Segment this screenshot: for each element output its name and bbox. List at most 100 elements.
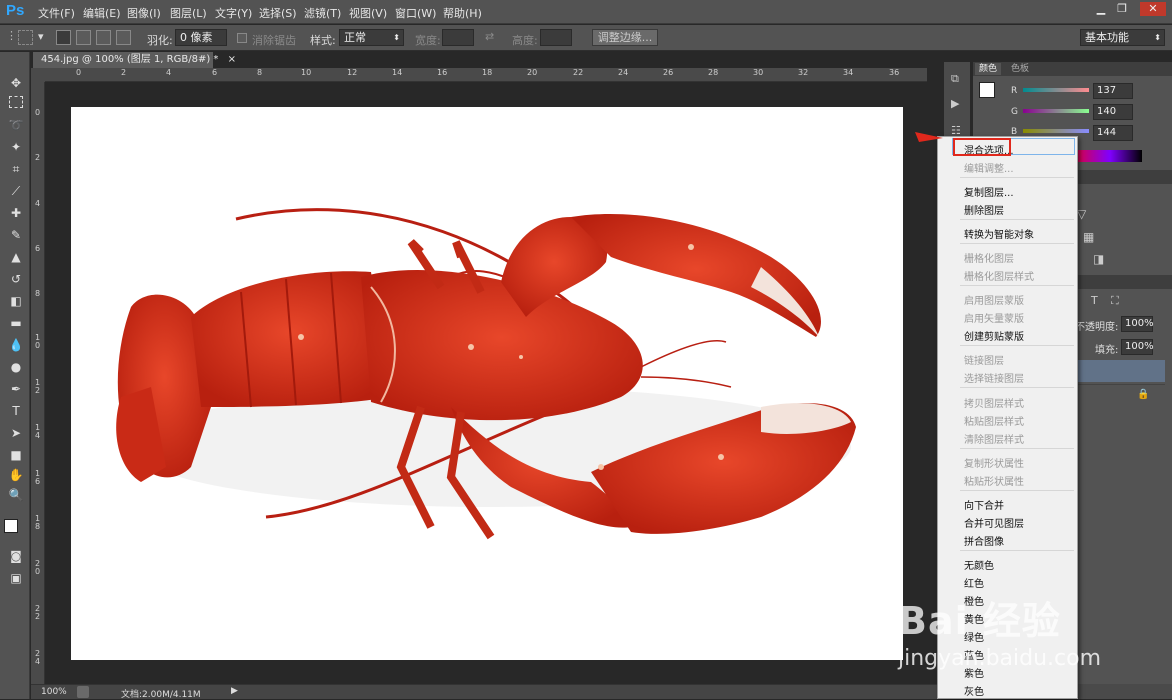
menu-item-create-clipping-mask[interactable]: 创建剪贴蒙版 — [964, 328, 1024, 343]
menu-item-clear-style[interactable]: 清除图层样式 — [964, 431, 1024, 446]
menu-item-red[interactable]: 红色 — [964, 575, 984, 590]
add-selection-icon[interactable] — [76, 30, 91, 45]
menu-layer[interactable]: 图层(L) — [170, 5, 207, 21]
lasso-tool-icon[interactable]: ➰ — [6, 116, 26, 134]
menu-view[interactable]: 视图(V) — [349, 5, 387, 21]
restore-icon[interactable]: ❐ — [1113, 2, 1131, 16]
marquee-tool-icon[interactable] — [9, 96, 23, 108]
path-selection-icon[interactable]: ➤ — [6, 424, 26, 442]
menu-item-no-color[interactable]: 无颜色 — [964, 557, 994, 572]
rectangle-tool-icon[interactable]: ■ — [6, 446, 26, 464]
dodge-tool-icon[interactable]: ● — [6, 358, 26, 376]
eyedropper-icon[interactable]: ⟋ — [6, 182, 26, 200]
blur-tool-icon[interactable]: 💧 — [6, 336, 26, 354]
history-brush-icon[interactable]: ↺ — [6, 270, 26, 288]
adjustment-icon[interactable]: ▽ — [1077, 207, 1086, 221]
antialias-checkbox[interactable] — [237, 33, 247, 43]
menu-item-rasterize-layer[interactable]: 栅格化图层 — [964, 250, 1014, 265]
subtract-selection-icon[interactable] — [96, 30, 111, 45]
menu-select[interactable]: 选择(S) — [259, 5, 297, 21]
fill-input[interactable]: 100% — [1121, 339, 1154, 355]
menu-item-convert-smart-object[interactable]: 转换为智能对象 — [964, 226, 1034, 241]
document-tab[interactable]: 454.jpg @ 100% (图层 1, RGB/8#) * × — [33, 52, 236, 68]
menu-image[interactable]: 图像(I) — [127, 5, 161, 21]
g-input[interactable]: 140 — [1093, 104, 1133, 120]
clone-stamp-icon[interactable]: ▲ — [6, 248, 26, 266]
foreground-color-swatch[interactable] — [4, 519, 18, 533]
ruler-label: 22 — [573, 68, 584, 77]
menu-help[interactable]: 帮助(H) — [443, 5, 482, 21]
menu-item-link-layers[interactable]: 链接图层 — [964, 352, 1004, 367]
menu-item-copy-shape-attrs[interactable]: 复制形状属性 — [964, 455, 1024, 470]
zoom-level[interactable]: 100% — [41, 687, 67, 697]
menu-window[interactable]: 窗口(W) — [395, 5, 436, 21]
shape-filter-icon[interactable]: ⛶ — [1111, 294, 1119, 308]
healing-brush-icon[interactable]: ✚ — [6, 204, 26, 222]
adjustment-grid-icon[interactable]: ▦ — [1083, 230, 1094, 244]
history-icon[interactable]: ⧉ — [951, 72, 959, 86]
refine-edge-button[interactable]: 调整边缘... — [592, 29, 658, 46]
quick-mask-icon[interactable]: ◙ — [6, 547, 26, 565]
menu-item-gray[interactable]: 灰色 — [964, 683, 984, 698]
menu-filter[interactable]: 滤镜(T) — [304, 5, 341, 21]
document-canvas[interactable] — [71, 107, 903, 660]
new-selection-icon[interactable] — [56, 30, 71, 45]
move-tool-icon[interactable]: ✥ — [6, 74, 26, 92]
menu-item-edit-adjustment[interactable]: 编辑调整... — [964, 160, 1014, 175]
menu-item-rasterize-style[interactable]: 栅格化图层样式 — [964, 268, 1034, 283]
menu-type[interactable]: 文字(Y) — [215, 5, 252, 21]
menu-item-enable-layer-mask[interactable]: 启用图层蒙版 — [964, 292, 1024, 307]
minimize-icon[interactable]: ▁ — [1092, 2, 1110, 16]
type-filter-icon[interactable]: T — [1091, 294, 1098, 307]
menu-item-flatten-image[interactable]: 拼合图像 — [964, 533, 1004, 548]
swap-icon[interactable]: ⇄ — [485, 30, 494, 43]
gradient-tool-icon[interactable]: ▬ — [6, 314, 26, 332]
style-select[interactable]: 正常 ⬍ — [339, 29, 404, 46]
hand-tool-icon[interactable]: ✋ — [6, 466, 26, 484]
height-input[interactable] — [540, 29, 572, 46]
menu-item-merge-down[interactable]: 向下合并 — [964, 497, 1004, 512]
tab-swatches[interactable]: 色板 — [1007, 63, 1033, 75]
magic-wand-icon[interactable]: ✦ — [6, 138, 26, 156]
width-input[interactable] — [442, 29, 474, 46]
feather-input[interactable]: 0 像素 — [175, 29, 227, 46]
status-info-icon[interactable] — [77, 686, 89, 698]
workspace-select[interactable]: 基本功能 ⬍ — [1080, 29, 1165, 46]
screen-mode-icon[interactable]: ▣ — [6, 569, 26, 587]
menu-item-enable-vector-mask[interactable]: 启用矢量蒙版 — [964, 310, 1024, 325]
color-ramp[interactable] — [1078, 150, 1142, 162]
intersect-selection-icon[interactable] — [116, 30, 131, 45]
menu-edit[interactable]: 编辑(E) — [83, 5, 121, 21]
r-slider[interactable] — [1023, 88, 1089, 92]
chevron-down-icon[interactable]: ▾ — [38, 30, 44, 43]
play-icon[interactable]: ▶ — [231, 686, 238, 696]
menu-item-merge-visible[interactable]: 合并可见图层 — [964, 515, 1024, 530]
menu-item-paste-shape-attrs[interactable]: 粘贴形状属性 — [964, 473, 1024, 488]
menu-item-delete-layer[interactable]: 删除图层 — [964, 202, 1004, 217]
opacity-input[interactable]: 100% — [1121, 316, 1154, 332]
adjustment-gradient-icon[interactable]: ◨ — [1093, 252, 1104, 266]
b-input[interactable]: 144 — [1093, 125, 1133, 141]
menu-item-select-linked[interactable]: 选择链接图层 — [964, 370, 1024, 385]
crop-tool-icon[interactable]: ⌗ — [6, 160, 26, 178]
menu-item-duplicate-layer[interactable]: 复制图层... — [964, 184, 1014, 199]
menu-file[interactable]: 文件(F) — [38, 5, 75, 21]
actions-play-icon[interactable]: ▶ — [951, 97, 959, 110]
marquee-preset-icon[interactable] — [18, 30, 33, 45]
close-tab-icon[interactable]: × — [228, 54, 236, 65]
brush-tool-icon[interactable]: ✎ — [6, 226, 26, 244]
close-icon[interactable]: ✕ — [1140, 2, 1166, 16]
color-fg-swatch[interactable] — [979, 82, 995, 98]
g-slider[interactable] — [1023, 109, 1089, 113]
tab-color[interactable]: 颜色 — [975, 63, 1002, 75]
b-slider[interactable] — [1023, 129, 1089, 133]
pen-tool-icon[interactable]: ✒ — [6, 380, 26, 398]
background-layer-row[interactable]: 🔒 — [1077, 384, 1165, 406]
r-input[interactable]: 137 — [1093, 83, 1133, 99]
type-tool-icon[interactable]: T — [6, 402, 26, 420]
eraser-icon[interactable]: ◧ — [6, 292, 26, 310]
menu-item-paste-style[interactable]: 粘贴图层样式 — [964, 413, 1024, 428]
selected-layer-row[interactable] — [1077, 360, 1165, 382]
menu-item-copy-style[interactable]: 拷贝图层样式 — [964, 395, 1024, 410]
zoom-tool-icon[interactable]: 🔍 — [6, 486, 26, 504]
